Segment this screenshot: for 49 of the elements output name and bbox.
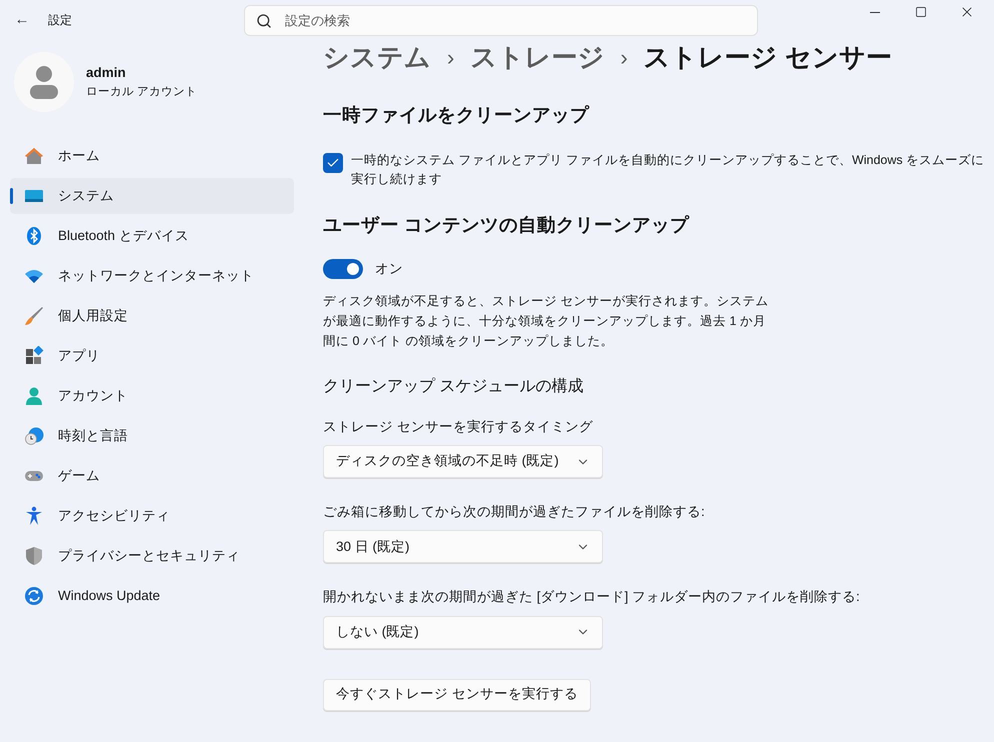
account-type: ローカル アカウント xyxy=(86,84,198,100)
search-field[interactable]: 設定の検索 xyxy=(244,4,758,36)
sidebar-item[interactable]: アプリ xyxy=(10,338,294,374)
subsection-heading: クリーンアップ スケジュールの構成 xyxy=(323,376,584,397)
sidebar-item[interactable]: ゲーム xyxy=(10,458,294,494)
breadcrumb-item[interactable]: システム xyxy=(323,38,431,77)
brush-icon xyxy=(24,306,44,326)
breadcrumb-item[interactable]: ストレージ xyxy=(470,38,604,77)
field-label: 開かれないまま次の期間が過ぎた [ダウンロード] フォルダー内のファイルを削除する: xyxy=(323,588,861,606)
field-label: ごみ箱に移動してから次の期間が過ぎたファイルを削除する: xyxy=(323,503,706,521)
sidebar-item[interactable]: アカウント xyxy=(10,378,294,414)
person-icon xyxy=(24,386,44,406)
user-name: admin xyxy=(86,64,127,82)
dropdown[interactable]: ディスクの空き領域の不足時 (既定) xyxy=(323,445,603,478)
shield-icon xyxy=(24,546,44,566)
back-button[interactable]: ← xyxy=(12,8,32,32)
toggle-label: オン xyxy=(375,260,403,278)
bluetooth-icon xyxy=(24,226,44,246)
sidebar-item[interactable]: 時刻と言語 xyxy=(10,418,294,454)
breadcrumb-separator: › xyxy=(620,44,628,72)
breadcrumb-separator: › xyxy=(447,44,454,72)
toggle-switch[interactable] xyxy=(323,258,363,279)
apps-icon xyxy=(24,346,44,366)
dropdown[interactable]: 30 日 (既定) xyxy=(323,530,603,564)
checkbox-label: 一時的なシステム ファイルとアプリ ファイルを自動的にクリーンアップすることで、Windows をスムーズに実行し続けます xyxy=(351,152,986,188)
description: ディスク領域が不足すると、ストレージ センサーが実行されます。システムが最適に動作するように、十分な領域をクリーンアップします。過去 1 か月間に 0 バイト の領域をクリーンアップしました。 xyxy=(323,292,770,350)
checkbox[interactable] xyxy=(323,152,343,173)
section-heading: 一時ファイルをクリーンアップ xyxy=(323,103,590,127)
maximize-icon xyxy=(915,6,927,18)
sidebar-item[interactable]: ホーム xyxy=(10,138,294,174)
accessibility-icon xyxy=(24,506,44,526)
search-icon xyxy=(256,12,272,28)
sidebar-item[interactable]: システム xyxy=(10,178,294,214)
globe-clock-icon xyxy=(24,426,44,446)
sidebar-item[interactable]: アクセシビリティ xyxy=(10,498,294,534)
run-now-button[interactable]: 今すぐストレージ センサーを実行する xyxy=(323,678,591,710)
sidebar-item[interactable]: プライバシーとセキュリティ xyxy=(10,538,294,574)
sidebar-item[interactable]: ネットワークとインターネット xyxy=(10,258,294,294)
dropdown[interactable]: しない (既定) xyxy=(323,616,603,648)
person-icon xyxy=(29,65,59,99)
window-title: 設定 xyxy=(48,12,72,29)
sidebar-item[interactable]: 個人用設定 xyxy=(10,298,294,334)
house-icon xyxy=(24,146,44,166)
update-icon xyxy=(24,586,44,606)
field-label: ストレージ センサーを実行するタイミング xyxy=(323,418,594,436)
sidebar-item[interactable]: Bluetooth とデバイス xyxy=(10,218,294,254)
section-heading: ユーザー コンテンツの自動クリーンアップ xyxy=(323,212,690,237)
sidebar-item[interactable]: Windows Update xyxy=(10,578,294,614)
breadcrumb-item: ストレージ センサー xyxy=(644,41,892,74)
